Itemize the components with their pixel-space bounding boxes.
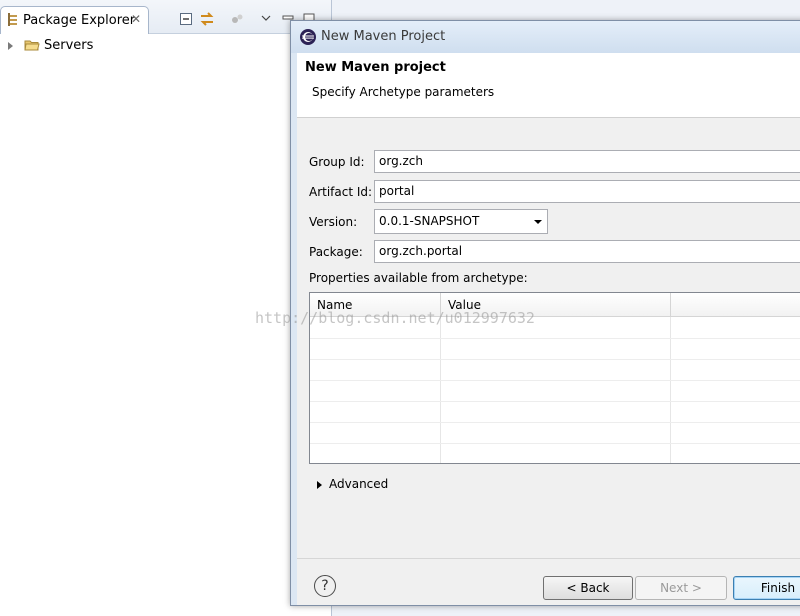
next-button[interactable]: Next > — [635, 576, 727, 600]
group-id-label: Group Id: — [309, 155, 365, 169]
wizard-description: Specify Archetype parameters — [312, 85, 495, 99]
expand-arrow-icon[interactable] — [317, 481, 322, 489]
dialog-title: New Maven Project — [321, 29, 446, 44]
version-select[interactable]: 0.0.1-SNAPSHOT — [374, 209, 548, 234]
row-divider — [310, 380, 800, 381]
artifact-id-field[interactable]: portal — [374, 180, 800, 203]
row-divider — [310, 401, 800, 402]
row-divider — [310, 338, 800, 339]
finish-button[interactable]: Finish — [733, 576, 800, 600]
row-divider — [310, 443, 800, 444]
chevron-down-icon[interactable] — [534, 220, 542, 224]
properties-table[interactable]: Name Value — [309, 292, 800, 464]
tab-package-explorer[interactable]: Package Explorer ✕ — [0, 6, 149, 34]
package-explorer-view: Package Explorer ✕ Servers — [0, 0, 332, 616]
explorer-tab-bar: Package Explorer ✕ — [0, 0, 331, 34]
version-label: Version: — [309, 215, 358, 229]
focus-icon[interactable] — [230, 12, 244, 26]
version-value: 0.0.1-SNAPSHOT — [379, 214, 480, 228]
wizard-title: New Maven project — [305, 60, 446, 75]
row-divider — [310, 359, 800, 360]
group-id-field[interactable]: org.zch — [374, 150, 800, 173]
tab-title: Package Explorer — [23, 13, 136, 28]
back-button[interactable]: < Back — [543, 576, 633, 600]
package-label: Package: — [309, 245, 363, 259]
dialog-client-area: New Maven project Specify Archetype para… — [297, 53, 800, 605]
wizard-header: New Maven project Specify Archetype para… — [297, 53, 800, 118]
column-header-name[interactable]: Name — [310, 293, 441, 317]
expand-arrow-icon[interactable] — [8, 42, 13, 50]
properties-label: Properties available from archetype: — [309, 271, 528, 285]
new-maven-project-dialog: New Maven Project New Maven project Spec… — [290, 20, 800, 606]
column-header-filler — [671, 293, 800, 317]
artifact-id-label: Artifact Id: — [309, 185, 373, 199]
link-with-editor-icon[interactable] — [199, 11, 215, 27]
column-header-value[interactable]: Value — [441, 293, 671, 317]
dialog-button-bar: ? < Back Next > Finish — [297, 558, 800, 605]
eclipse-icon — [300, 29, 316, 45]
column-header-label: Value — [448, 298, 481, 312]
folder-icon — [24, 40, 40, 51]
tree-item-label: Servers — [44, 38, 94, 53]
advanced-label: Advanced — [329, 477, 389, 491]
collapse-all-icon[interactable] — [179, 12, 193, 26]
view-menu-icon[interactable] — [260, 12, 272, 26]
package-explorer-icon — [8, 13, 17, 26]
column-header-label: Name — [317, 298, 353, 312]
package-field[interactable]: org.zch.portal — [374, 240, 800, 263]
help-icon[interactable]: ? — [314, 575, 336, 597]
close-icon[interactable]: ✕ — [131, 12, 141, 26]
dialog-titlebar[interactable]: New Maven Project — [291, 21, 800, 53]
row-divider — [310, 422, 800, 423]
